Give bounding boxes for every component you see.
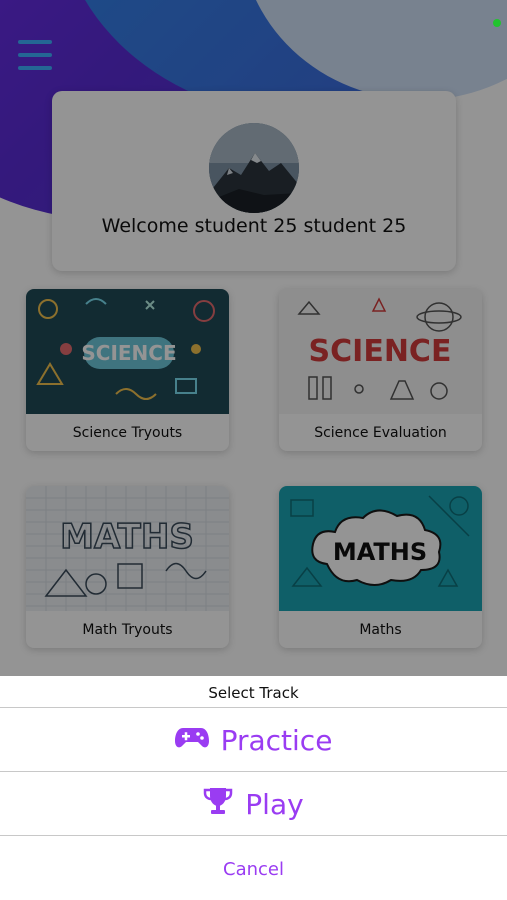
status-indicator — [493, 19, 501, 27]
play-option-button[interactable]: Play — [0, 773, 507, 835]
app-screen: Welcome student 25 student 25 SCIENCE Sc… — [0, 0, 507, 900]
practice-option-button[interactable]: Practice — [0, 709, 507, 771]
divider — [0, 707, 507, 708]
modal-backdrop[interactable] — [0, 0, 507, 676]
play-option-label: Play — [245, 787, 304, 821]
divider — [0, 835, 507, 836]
divider — [0, 771, 507, 772]
gamepad-icon — [174, 724, 209, 757]
cancel-button[interactable]: Cancel — [0, 841, 507, 897]
select-track-action-sheet: Select Track Practice Play Cancel — [0, 676, 507, 900]
sheet-title: Select Track — [208, 684, 299, 702]
trophy-icon — [203, 786, 233, 823]
practice-option-label: Practice — [220, 723, 333, 757]
